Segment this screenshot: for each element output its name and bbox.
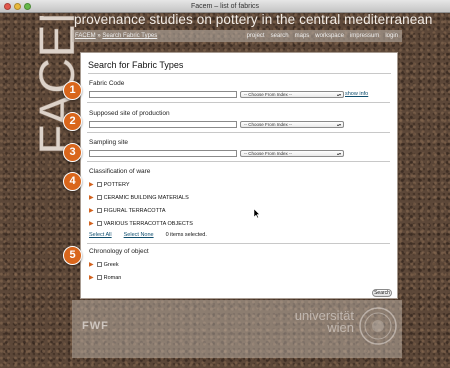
ware-item-various-terracotta[interactable]: ▶ VARIOUS TERRACOTTA OBJECTS <box>89 220 193 228</box>
sampling-site-label: Sampling site <box>89 139 129 146</box>
production-site-select[interactable]: -- Choose From Index -- ▴▾ <box>240 121 344 128</box>
expand-triangle-icon[interactable]: ▶ <box>89 274 94 281</box>
nav-maps[interactable]: maps <box>295 33 310 39</box>
ware-item-label: POTTERY <box>103 181 130 188</box>
top-navigation-bar: FACEM » Search Fabric Types project sear… <box>72 30 402 42</box>
selected-count: 0 items selected. <box>165 232 207 238</box>
search-panel: Search for Fabric Types <box>80 52 398 299</box>
annotation-badge-1: 1 <box>63 81 82 100</box>
checkbox[interactable] <box>96 221 102 226</box>
breadcrumb-home-link[interactable]: FACEM <box>75 33 96 39</box>
production-site-label: Supposed site of production <box>89 110 170 117</box>
window-title: Facem – list of fabrics <box>190 3 260 10</box>
divider <box>87 161 390 162</box>
select-arrows-icon: ▴▾ <box>336 151 341 156</box>
university-seal-icon <box>359 307 397 345</box>
divider <box>87 243 390 244</box>
expand-triangle-icon[interactable]: ▶ <box>89 181 94 188</box>
fabric-code-input[interactable] <box>89 91 237 98</box>
main-nav: project search maps workspace impressum … <box>247 33 398 39</box>
fabric-code-select-value: -- Choose From Index -- <box>244 92 293 97</box>
ware-item-ceramic-building[interactable]: ▶ CERAMIC BUILDING MATERIALS <box>89 194 189 202</box>
ware-item-label: FIGURAL TERRACOTTA <box>103 207 166 214</box>
chronology-item-greek[interactable]: ▶ Greek <box>89 261 119 269</box>
divider <box>87 102 390 103</box>
ware-item-figural-terracotta[interactable]: ▶ FIGURAL TERRACOTTA <box>89 207 166 215</box>
select-arrows-icon: ▴▾ <box>336 92 341 97</box>
fwf-logo[interactable]: FWF <box>82 320 109 332</box>
annotation-badge-2: 2 <box>63 112 82 131</box>
close-window-button[interactable] <box>4 3 11 10</box>
checkbox[interactable] <box>96 195 102 200</box>
expand-triangle-icon[interactable]: ▶ <box>89 220 94 227</box>
select-none-link[interactable]: Select None <box>124 232 154 238</box>
ware-selection-row: Select All Select None 0 items selected. <box>89 232 207 238</box>
nav-project[interactable]: project <box>247 33 265 39</box>
ware-item-label: CERAMIC BUILDING MATERIALS <box>103 194 189 201</box>
nav-login[interactable]: login <box>385 33 398 39</box>
select-arrows-icon: ▴▾ <box>336 122 341 127</box>
show-info-link[interactable]: show info <box>345 91 368 97</box>
ware-classification-label: Classification of ware <box>89 168 151 175</box>
sampling-site-input[interactable] <box>89 150 237 157</box>
chronology-item-label: Roman <box>103 274 122 281</box>
breadcrumb-current[interactable]: Search Fabric Types <box>102 33 157 39</box>
production-site-input[interactable] <box>89 121 237 128</box>
production-site-select-value: -- Choose From Index -- <box>244 122 293 127</box>
nav-workspace[interactable]: workspace <box>315 33 344 39</box>
checkbox[interactable] <box>96 182 102 187</box>
mouse-cursor-icon <box>254 209 260 218</box>
chronology-label: Chronology of object <box>89 248 149 255</box>
expand-triangle-icon[interactable]: ▶ <box>89 207 94 214</box>
annotation-badge-3: 3 <box>63 143 82 162</box>
divider <box>87 132 390 133</box>
annotation-badge-5: 5 <box>63 246 82 265</box>
nav-search[interactable]: search <box>271 33 289 39</box>
window-controls <box>4 3 31 10</box>
university-name-line2: wien <box>327 320 354 335</box>
sampling-site-select[interactable]: -- Choose From Index -- ▴▾ <box>240 150 344 157</box>
select-all-link[interactable]: Select All <box>89 232 112 238</box>
checkbox[interactable] <box>96 262 102 267</box>
page-title: Search for Fabric Types <box>88 60 184 70</box>
divider <box>88 73 391 74</box>
site-title: provenance studies on pottery in the cen… <box>74 12 433 27</box>
checkbox[interactable] <box>96 275 102 280</box>
fabric-code-select[interactable]: -- Choose From Index -- ▴▾ <box>240 91 344 98</box>
sampling-site-select-value: -- Choose From Index -- <box>244 151 293 156</box>
annotation-badge-4: 4 <box>63 172 82 191</box>
breadcrumb: FACEM » Search Fabric Types <box>75 33 157 39</box>
ware-item-label: VARIOUS TERRACOTTA OBJECTS <box>103 220 193 227</box>
chronology-item-roman[interactable]: ▶ Roman <box>89 274 122 282</box>
fabric-code-label: Fabric Code <box>89 80 125 87</box>
ware-item-pottery[interactable]: ▶ POTTERY <box>89 181 130 189</box>
nav-impressum[interactable]: impressum <box>350 33 379 39</box>
expand-triangle-icon[interactable]: ▶ <box>89 261 94 268</box>
checkbox[interactable] <box>96 208 102 213</box>
chronology-item-label: Greek <box>103 261 119 268</box>
university-logo-text[interactable]: universität wien <box>262 309 354 335</box>
minimize-window-button[interactable] <box>14 3 21 10</box>
expand-triangle-icon[interactable]: ▶ <box>89 194 94 201</box>
search-button[interactable]: Search <box>372 289 392 297</box>
zoom-window-button[interactable] <box>24 3 31 10</box>
